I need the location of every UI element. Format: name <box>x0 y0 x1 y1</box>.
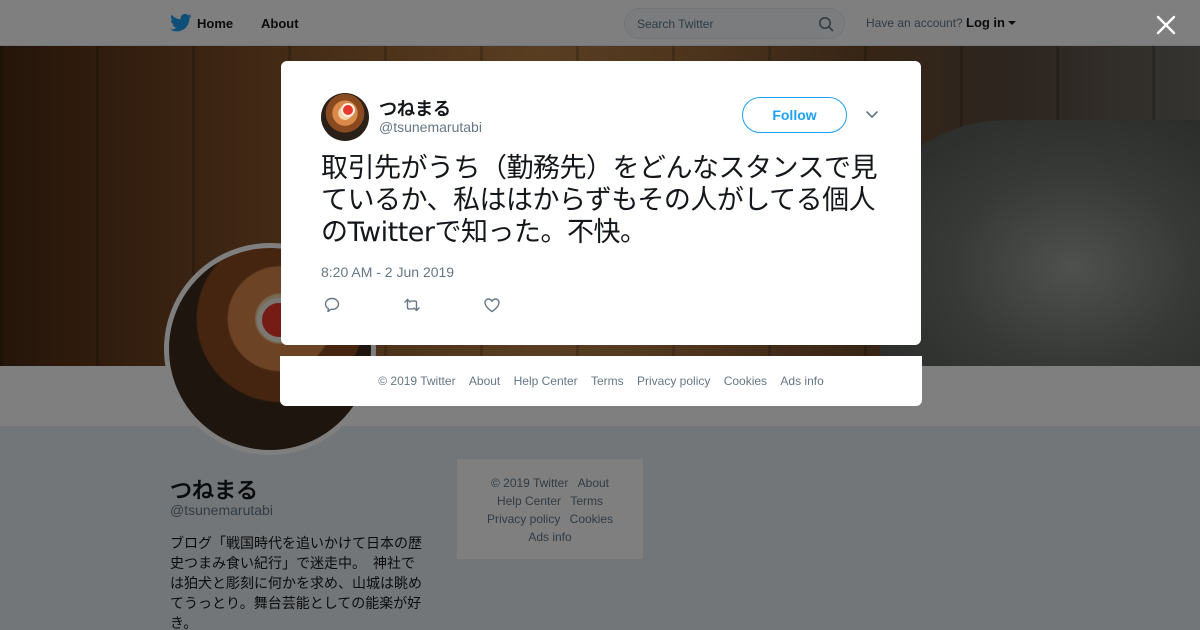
tweet-author-name[interactable]: つねまる <box>379 95 451 121</box>
footer-ads-info-link[interactable]: Ads info <box>780 374 823 388</box>
tweet-author-avatar[interactable] <box>321 93 369 141</box>
close-icon[interactable] <box>1153 12 1179 38</box>
tweet-modal: つねまる @tsunemarutabi Follow 取引先がうち（勤務先）をど… <box>281 61 921 345</box>
reply-icon[interactable] <box>323 296 341 314</box>
footer-about-link[interactable]: About <box>469 374 500 388</box>
chevron-down-icon[interactable] <box>865 110 879 120</box>
tweet-timestamp[interactable]: 8:20 AM - 2 Jun 2019 <box>321 264 454 280</box>
tweet-text: 取引先がうち（勤務先）をどんなスタンスで見ているか、私ははからずもその人がしてる… <box>321 153 877 248</box>
tweet-author-handle[interactable]: @tsunemarutabi <box>379 119 482 135</box>
footer-copyright: © 2019 Twitter <box>378 374 456 388</box>
footer-help-center-link[interactable]: Help Center <box>514 374 578 388</box>
follow-button[interactable]: Follow <box>742 97 847 133</box>
footer-privacy-link[interactable]: Privacy policy <box>637 374 710 388</box>
footer-cookies-link[interactable]: Cookies <box>724 374 767 388</box>
like-icon[interactable] <box>483 296 501 314</box>
modal-footer: © 2019 Twitter About Help Center Terms P… <box>280 356 922 406</box>
retweet-icon[interactable] <box>403 296 421 314</box>
footer-terms-link[interactable]: Terms <box>591 374 624 388</box>
